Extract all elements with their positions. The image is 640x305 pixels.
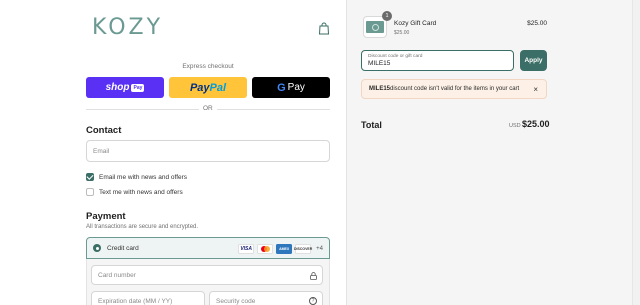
text-news-checkbox[interactable] — [86, 188, 94, 196]
total-value: $25.00 — [522, 119, 550, 129]
shopping-bag-icon[interactable] — [318, 22, 330, 35]
total-currency: USD — [509, 123, 521, 129]
apply-button[interactable]: Apply — [520, 50, 547, 71]
checkout-form-panel: KOZY Express checkout shop Pay PayPal G … — [0, 0, 346, 305]
discount-code-value: MILE15 — [368, 60, 391, 67]
shop-pay-button[interactable]: shop Pay — [86, 77, 164, 98]
error-code: MILE15 — [369, 86, 391, 92]
card-brand-list: VISA AMEX DISCOVER +4 — [238, 244, 323, 254]
email-field[interactable]: Email — [86, 140, 330, 162]
help-icon[interactable]: ? — [309, 297, 317, 305]
email-news-label: Email me with news and offers — [99, 173, 188, 181]
google-pay-label: Pay — [287, 82, 305, 93]
card-number-field[interactable]: Card number — [91, 265, 323, 285]
shop-pay-tag: Pay — [131, 83, 145, 92]
product-variant: $25.00 — [394, 30, 410, 36]
credit-card-label: Credit card — [107, 244, 139, 252]
order-summary-panel — [346, 0, 632, 305]
payment-subtitle: All transactions are secure and encrypte… — [86, 224, 199, 230]
discount-error-message: MILE15 discount code isn't valid for the… — [361, 79, 547, 99]
security-code-field[interactable]: Security code ? — [209, 291, 323, 305]
email-news-checkbox[interactable] — [86, 173, 94, 181]
discount-code-field[interactable]: Discount code or gift card MILE15 — [361, 50, 514, 71]
google-pay-button[interactable]: G Pay — [252, 77, 330, 98]
or-divider-text: OR — [199, 105, 217, 112]
discount-code-label: Discount code or gift card — [368, 54, 423, 59]
text-news-label: Text me with news and offers — [99, 188, 183, 196]
contact-heading: Contact — [86, 125, 122, 136]
shop-pay-logo: shop — [105, 82, 130, 93]
google-g-icon: G — [277, 81, 286, 94]
visa-icon: VISA — [238, 244, 255, 254]
text-news-option[interactable]: Text me with news and offers — [86, 188, 183, 196]
lock-icon — [310, 272, 317, 280]
mastercard-icon — [257, 244, 274, 254]
expiration-placeholder: Expiration date (MM / YY) — [98, 297, 173, 305]
express-checkout-title: Express checkout — [182, 63, 234, 70]
credit-card-radio[interactable] — [93, 244, 101, 252]
card-number-placeholder: Card number — [98, 271, 136, 279]
email-news-option[interactable]: Email me with news and offers — [86, 173, 187, 181]
product-price: $25.00 — [527, 20, 547, 27]
email-placeholder: Email — [93, 147, 110, 155]
total-label: Total — [361, 120, 382, 130]
product-name: Kozy Gift Card — [394, 20, 437, 27]
security-code-placeholder: Security code — [216, 297, 256, 305]
error-text: discount code isn't valid for the items … — [390, 86, 520, 92]
quantity-badge: 1 — [382, 11, 392, 21]
discover-icon: DISCOVER — [294, 244, 312, 254]
credit-card-option[interactable]: Credit card VISA AMEX DISCOVER +4 — [86, 237, 330, 259]
paypal-logo: PayPal — [189, 81, 227, 94]
amex-icon: AMEX — [276, 244, 293, 254]
payment-heading: Payment — [86, 211, 126, 222]
page-scrollbar[interactable] — [632, 0, 640, 305]
more-cards-count: +4 — [316, 246, 323, 252]
expiration-date-field[interactable]: Expiration date (MM / YY) — [91, 291, 205, 305]
gift-card-image — [366, 21, 384, 33]
close-icon[interactable]: × — [533, 85, 538, 94]
paypal-button[interactable]: PayPal — [169, 77, 247, 98]
store-logo[interactable]: KOZY — [92, 15, 163, 40]
